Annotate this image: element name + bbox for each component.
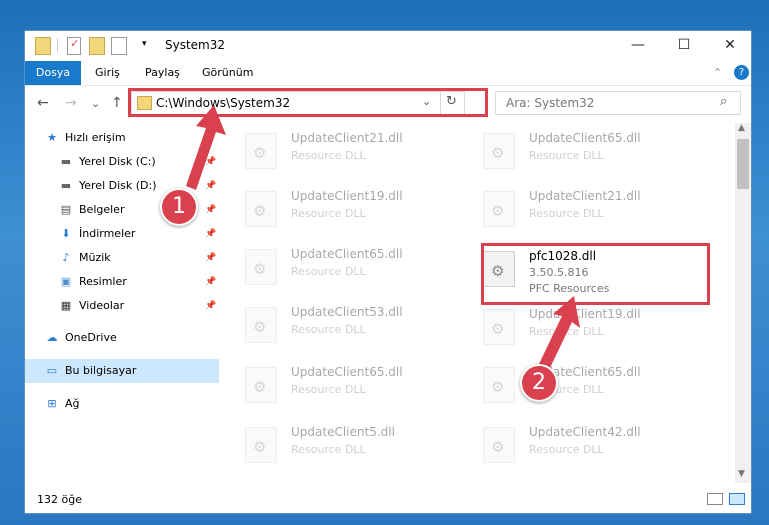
annotation-arrows xyxy=(186,105,580,372)
arrow-to-file xyxy=(538,296,580,372)
callout-badge-2: 2 xyxy=(520,364,558,402)
arrow-to-address xyxy=(186,105,226,190)
callout-badge-1: 1 xyxy=(160,188,198,226)
